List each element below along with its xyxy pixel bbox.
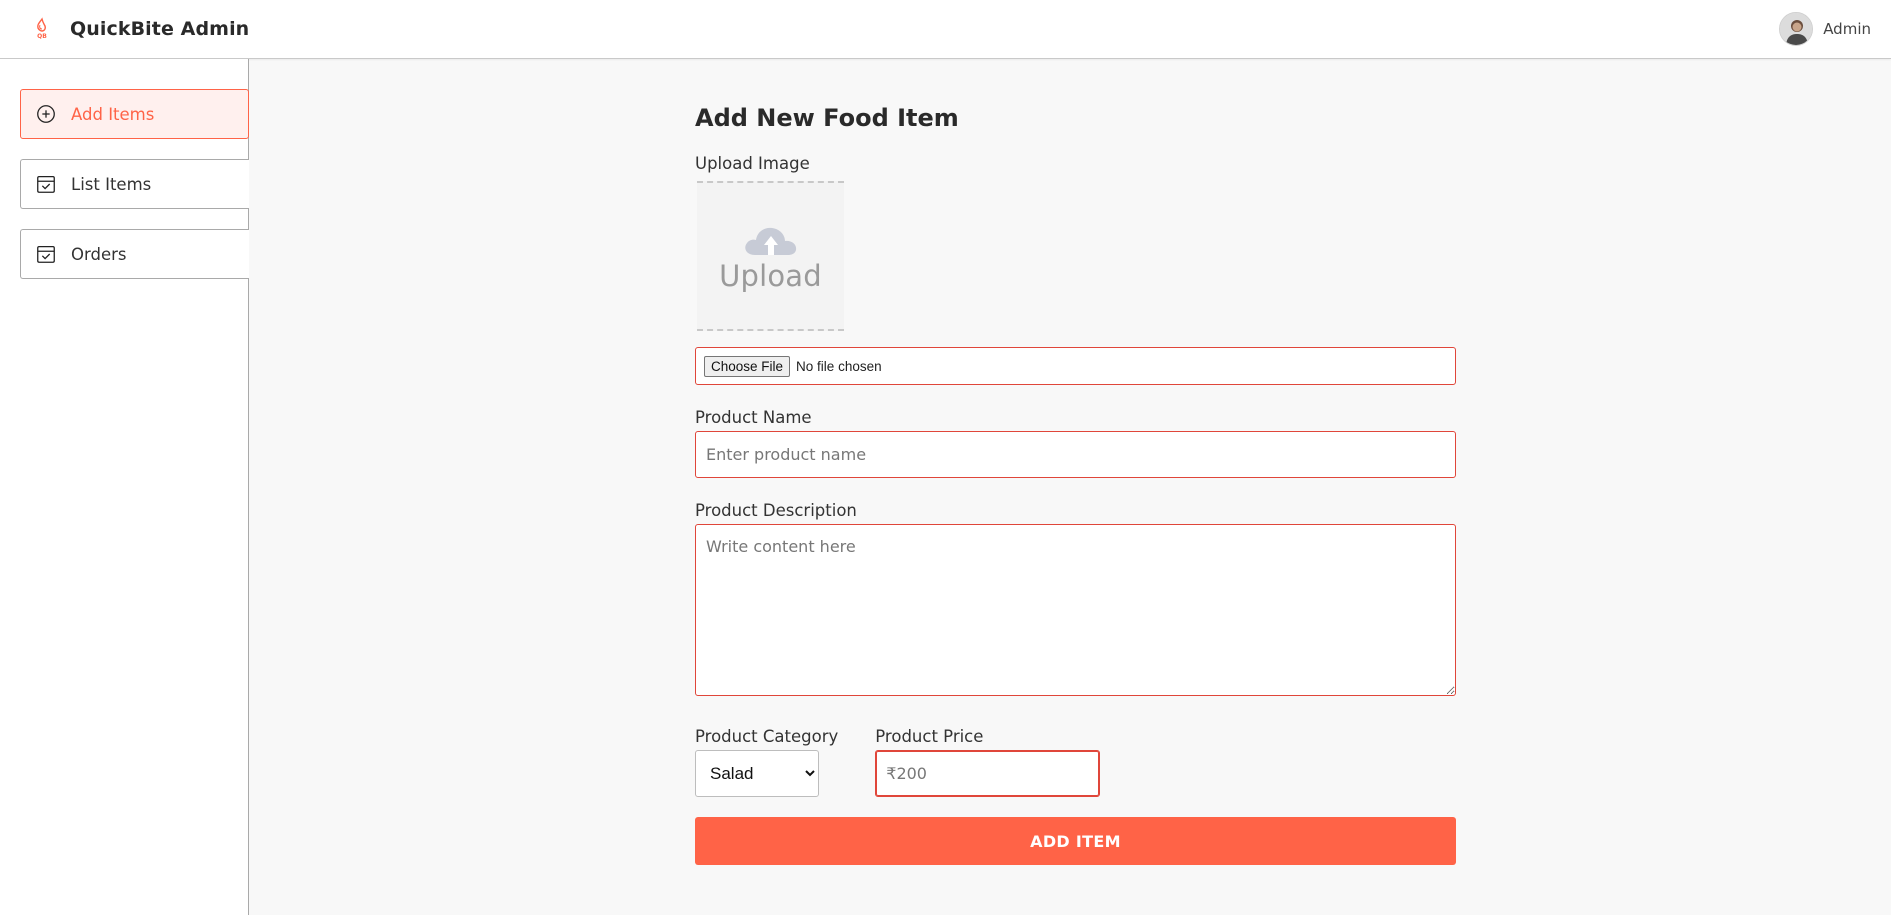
product-price-input[interactable] xyxy=(875,750,1101,797)
file-status-text: No file chosen xyxy=(796,358,882,374)
sidebar-item-label: List Items xyxy=(71,174,152,194)
cloud-upload-icon xyxy=(739,219,803,261)
sidebar-item-list-items[interactable]: List Items xyxy=(20,159,249,209)
app-title: QuickBite Admin xyxy=(70,18,250,40)
plus-circle-icon xyxy=(35,103,57,125)
product-category-select[interactable]: Salad xyxy=(695,750,819,797)
svg-text:QB: QB xyxy=(37,33,47,40)
upload-placeholder-text: Upload xyxy=(719,259,822,293)
product-name-input[interactable] xyxy=(695,431,1456,478)
file-input[interactable]: Choose File No file chosen xyxy=(695,347,1456,385)
product-category-label: Product Category xyxy=(695,727,839,746)
sidebar-item-add-items[interactable]: Add Items xyxy=(20,89,249,139)
product-name-label: Product Name xyxy=(695,408,812,427)
product-price-group: Product Price xyxy=(875,726,1101,797)
product-description-group: Product Description xyxy=(695,500,1456,700)
category-price-row: Product Category Salad Product Price xyxy=(695,726,1456,797)
main-content: Add New Food Item Upload Image Upload Ch… xyxy=(250,59,1891,915)
calendar-check-icon xyxy=(35,173,57,195)
profile-name: Admin xyxy=(1823,20,1871,38)
product-price-label: Product Price xyxy=(875,727,984,746)
upload-image-label: Upload Image xyxy=(695,154,810,173)
sidebar-item-orders[interactable]: Orders xyxy=(20,229,249,279)
avatar[interactable] xyxy=(1779,12,1814,46)
sidebar-item-label: Orders xyxy=(71,244,127,264)
add-food-form: Add New Food Item Upload Image Upload Ch… xyxy=(695,101,1456,865)
choose-file-button[interactable]: Choose File xyxy=(704,355,791,377)
top-navbar: QB QuickBite Admin Admin xyxy=(0,0,1891,59)
calendar-check-icon xyxy=(35,243,57,265)
brand[interactable]: QB QuickBite Admin xyxy=(26,13,249,45)
quickbite-logo-icon: QB xyxy=(26,13,58,45)
profile-menu[interactable]: Admin xyxy=(1779,12,1871,46)
add-item-button[interactable]: ADD ITEM xyxy=(695,817,1456,865)
product-category-group: Product Category Salad xyxy=(695,726,838,797)
sidebar-item-label: Add Items xyxy=(71,104,155,124)
upload-image-area[interactable]: Upload xyxy=(697,181,844,331)
product-description-label: Product Description xyxy=(695,501,857,520)
page-title: Add New Food Item xyxy=(695,104,959,132)
product-description-textarea[interactable] xyxy=(695,524,1456,696)
product-name-group: Product Name xyxy=(695,407,1456,478)
sidebar: Add Items List Items Orders xyxy=(0,59,249,915)
